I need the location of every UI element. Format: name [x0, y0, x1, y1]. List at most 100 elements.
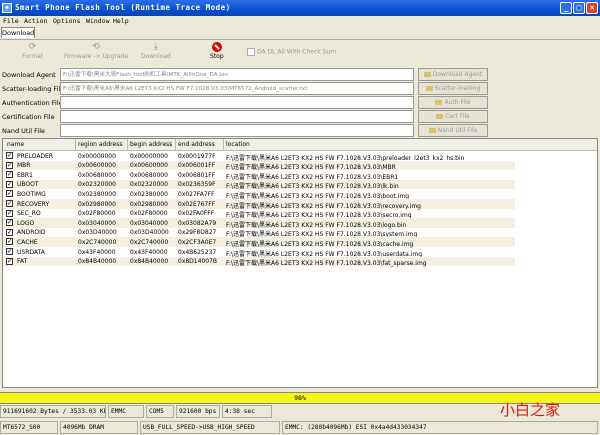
cell-begin: 0x02980000 [130, 200, 168, 208]
cell-region: 0x43F40000 [78, 248, 116, 256]
row-checkbox[interactable]: ✓ [6, 209, 13, 217]
menu-window[interactable]: Window [86, 17, 109, 25]
cell-begin: 0x43F40000 [130, 248, 168, 256]
table-row[interactable]: ✓ FAT 0x84B40000 0x84B40000 0x8D14007B F:\迅雷下… [3, 256, 597, 268]
col-name[interactable]: name [7, 141, 24, 148]
download-agent-label: Download Agent [2, 71, 56, 79]
row-checkbox[interactable]: ✓ [6, 152, 13, 159]
scatter-loading-button[interactable]: Scatter-loading [418, 82, 488, 95]
row-checkbox[interactable]: ✓ [6, 229, 13, 236]
cell-name: EBR1 [17, 171, 33, 179]
scatter-file-field[interactable]: F:\迅雷下载\黑米A6\黑米A6 L2ET3 KX2 HS FW F7.102… [60, 82, 414, 95]
nand-util-label: Nand Util File [2, 127, 46, 135]
scatter-loading-button-label: Scatter-loading [434, 85, 481, 92]
status-usb-speed: USB_FULL_SPEED->USB_HIGH_SPEED [140, 421, 280, 434]
col-begin-address[interactable]: begin address [130, 141, 172, 148]
download-button[interactable]: ⤓ Download [141, 42, 171, 60]
upgrade-icon: ⟲ [92, 42, 100, 52]
status-port: COM5 [146, 405, 174, 418]
stop-button[interactable]: Stop [210, 42, 224, 60]
table-row[interactable]: ✓ RECOVERY 0x02980000 0x02980000 0x02E767FF F… [3, 199, 597, 210]
folder-icon [435, 100, 443, 105]
cert-file-row: Certification File Cert File [0, 110, 600, 124]
row-checkbox[interactable]: ✓ [6, 181, 13, 188]
table-row[interactable]: ✓ SEC_RO 0x02F80000 0x02F80000 0x02FA0FFF F:\… [3, 209, 597, 219]
cell-end: 0x02FA0FFF [178, 210, 215, 218]
download-agent-button[interactable]: Download Agent [418, 68, 488, 81]
row-checkbox[interactable]: ✓ [6, 238, 13, 246]
auth-file-button[interactable]: Auth File [418, 96, 488, 109]
da-dl-all-label: DA DL All With Check Sum [257, 48, 337, 56]
tab-download[interactable]: Download [1, 27, 35, 38]
auth-file-row: Authentication File Auth File [0, 96, 600, 110]
format-button[interactable]: ⟳ Format [22, 42, 43, 60]
cell-loc: F:\迅雷下载\黑米A6 L2ET3 KX2 HS FW F7.1028.V3.… [226, 260, 427, 268]
cell-begin: 0x03D40000 [130, 229, 169, 237]
table-row[interactable]: ✓ UBOOT 0x02320000 0x02320000 0x0236359F F:\迅… [3, 179, 597, 190]
cell-name: FAT [17, 258, 28, 266]
cert-file-button-label: Cert File [445, 113, 470, 120]
maximize-button[interactable]: □ [573, 2, 585, 14]
status-row-2: MT6572_S00 4096Mb DRAM USB_FULL_SPEED->U… [0, 421, 600, 435]
cert-file-field[interactable] [60, 110, 414, 123]
col-location[interactable]: location [226, 141, 250, 148]
nand-util-button[interactable]: Nand Util File [418, 124, 488, 137]
cell-name: USRDATA [17, 248, 45, 256]
table-row[interactable]: ✓ USRDATA 0x43F40000 0x43F40000 0x4B625237 F:… [3, 247, 597, 258]
cell-name: BOOTIMG [17, 190, 46, 198]
format-icon: ⟳ [28, 42, 37, 52]
row-checkbox[interactable]: ✓ [6, 257, 13, 265]
row-checkbox[interactable]: ✓ [6, 161, 13, 169]
menu-action[interactable]: Action [24, 17, 47, 25]
table-row[interactable]: ✓ BOOTIMG 0x02380000 0x02380000 0x027FA7FF F:… [3, 189, 597, 200]
cell-region: 0x00000000 [78, 152, 116, 160]
table-header: name region address begin address end ad… [3, 139, 597, 151]
app-icon: ◆ [2, 3, 12, 13]
scatter-file-row: Scatter-loading File F:\迅雷下载\黑米A6\黑米A6 L… [0, 82, 600, 96]
table-row[interactable]: ✓ CACHE 0x2C740000 0x2C740000 0x2CF3A0E7 F:\迅… [3, 237, 597, 248]
row-checkbox[interactable]: ✓ [6, 200, 13, 207]
folder-icon [425, 86, 433, 91]
cell-begin: 0x02320000 [130, 181, 168, 189]
cell-begin: 0x00680000 [130, 171, 168, 179]
row-checkbox[interactable]: ✓ [6, 219, 13, 227]
toolbar: ⟳ Format ⟲ Firmware -> Upgrade ⤓ Downloa… [0, 39, 600, 68]
download-agent-field[interactable]: F:\迅雷下载\黑米大哥Flash_tool刷机工具\MTK_AllInOne_… [60, 68, 414, 81]
cell-name: ANDROID [17, 229, 46, 237]
firmware-upgrade-button[interactable]: ⟲ Firmware -> Upgrade [64, 42, 128, 60]
cell-region: 0x03040000 [78, 219, 116, 227]
cell-end: 0x006001FF [178, 162, 216, 170]
table-row[interactable]: ✓ PRELOADER 0x00000000 0x00000000 0x0001977F… [3, 151, 597, 162]
menu-help[interactable]: Help [113, 17, 129, 25]
cell-region: 0x02380000 [78, 190, 116, 198]
cell-end: 0x02E767FF [178, 200, 216, 208]
da-dl-all-checkbox[interactable]: DA DL All With Check Sum [247, 48, 336, 56]
col-region-address[interactable]: region address [78, 141, 122, 148]
table-row[interactable]: ✓ EBR1 0x00680000 0x00680000 0x006801FF F:\迅雷… [3, 170, 597, 181]
cell-region: 0x02980000 [78, 200, 116, 208]
col-end-address[interactable]: end address [178, 141, 215, 148]
table-row[interactable]: ✓ MBR 0x00600000 0x00600000 0x006001FF F:\迅雷下… [3, 160, 597, 171]
auth-file-button-label: Auth File [444, 99, 471, 106]
table-row[interactable]: ✓ ANDROID 0x03D40000 0x03D40000 0x29F8D827 F:… [3, 228, 597, 238]
cell-end: 0x0001977F [178, 152, 216, 160]
cert-file-button[interactable]: Cert File [418, 110, 488, 123]
cell-name: SEC_RO [17, 210, 41, 218]
window-title: Smart Phone Flash Tool (Runtime Trace Mo… [15, 3, 231, 12]
menu-file[interactable]: File [3, 17, 19, 25]
cell-region: 0x00680000 [78, 171, 116, 179]
auth-file-label: Authentication File [2, 99, 63, 107]
folder-icon [428, 128, 436, 133]
cell-region: 0x2C740000 [78, 238, 117, 246]
row-checkbox[interactable]: ✓ [6, 248, 13, 255]
table-row[interactable]: ✓ LOGO 0x03040000 0x03040000 0x03082A79 F:\迅雷… [3, 218, 597, 229]
cell-name: UBOOT [17, 181, 39, 189]
menu-options[interactable]: Options [53, 17, 80, 25]
cell-end: 0x03082A79 [178, 219, 217, 227]
row-checkbox[interactable]: ✓ [6, 190, 13, 198]
minimize-button[interactable]: _ [560, 2, 572, 14]
close-button[interactable]: × [586, 2, 598, 14]
row-checkbox[interactable]: ✓ [6, 171, 13, 179]
auth-file-field[interactable] [60, 96, 414, 109]
nand-util-field[interactable] [60, 124, 414, 137]
